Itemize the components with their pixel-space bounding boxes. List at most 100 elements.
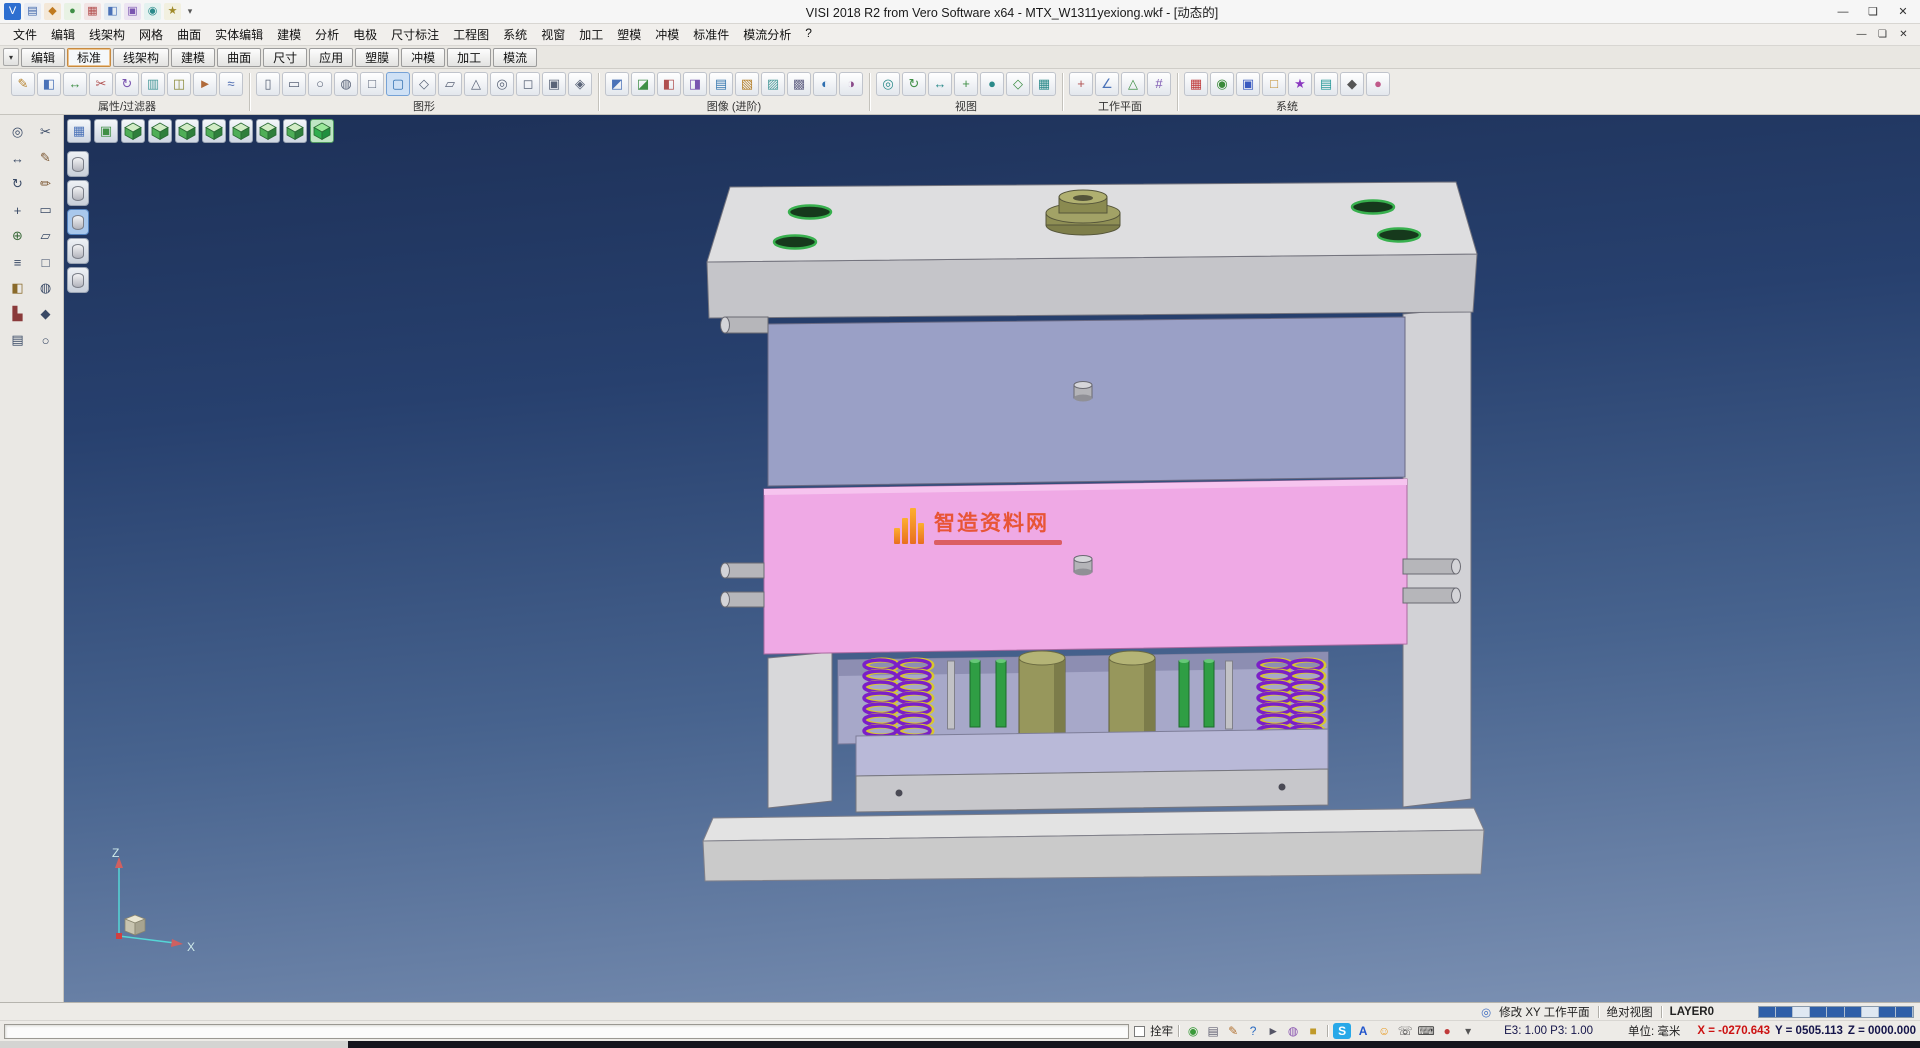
workplane-status[interactable]: 修改 XY 工作平面 <box>1499 1004 1590 1020</box>
toolbar-icon-6-2[interactable]: ◉ <box>1210 72 1234 96</box>
sidebar-tool-6[interactable]: ✏ <box>33 172 59 196</box>
toolbar-icon-6-4[interactable]: □ <box>1262 72 1286 96</box>
close-button[interactable]: ✕ <box>1888 2 1918 22</box>
toolbar-icon-3-4[interactable]: ◨ <box>683 72 707 96</box>
sidebar-tool-2[interactable]: ✂ <box>33 120 59 144</box>
sidebar-tool-3[interactable]: ↔ <box>5 146 31 170</box>
toolbar-icon-3-10[interactable]: ◑ <box>839 72 863 96</box>
toolbar-icon-1-7[interactable]: ◫ <box>167 72 191 96</box>
viewport-3d[interactable]: ▦▣ <box>64 115 1920 1002</box>
active-layer-status[interactable]: LAYER0 <box>1670 1006 1714 1018</box>
sidebar-tool-11[interactable]: ≡ <box>5 250 31 274</box>
menu-item-文件[interactable]: 文件 <box>6 24 44 45</box>
toolbar-icon-1-8[interactable]: ► <box>193 72 217 96</box>
menu-item-加工[interactable]: 加工 <box>572 24 610 45</box>
qat-icon-3[interactable]: ● <box>64 3 81 20</box>
annotate-icon[interactable]: ✎ <box>1224 1023 1242 1039</box>
sidebar-tool-10[interactable]: ▱ <box>33 224 59 248</box>
mold-3d-model[interactable] <box>699 171 1489 891</box>
view-cube-preset-7[interactable] <box>283 119 307 143</box>
toolbar-icon-2-5[interactable]: □ <box>360 72 384 96</box>
mdi-minimize-button[interactable]: — <box>1851 29 1872 40</box>
record-icon[interactable]: ● <box>1438 1023 1456 1039</box>
toolbar-icon-4-5[interactable]: ● <box>980 72 1004 96</box>
toolbar-icon-2-10[interactable]: ◎ <box>490 72 514 96</box>
print-icon[interactable]: ▤ <box>1204 1023 1222 1039</box>
lock-checkbox[interactable] <box>1134 1026 1145 1037</box>
toolbar-icon-1-3[interactable]: ↔ <box>63 72 87 96</box>
menu-item-网格[interactable]: 网格 <box>132 24 170 45</box>
workplane-icon[interactable]: ◎ <box>1481 1005 1491 1019</box>
help-icon[interactable]: ? <box>1244 1023 1262 1039</box>
toolbar-icon-1-1[interactable]: ✎ <box>11 72 35 96</box>
tab-编辑[interactable]: 编辑 <box>21 48 65 67</box>
toolbar-icon-2-3[interactable]: ○ <box>308 72 332 96</box>
menu-item-实体编辑[interactable]: 实体编辑 <box>208 24 270 45</box>
toolbar-icon-4-6[interactable]: ◇ <box>1006 72 1030 96</box>
toolbar-icon-2-13[interactable]: ◈ <box>568 72 592 96</box>
skype-icon[interactable]: S <box>1333 1023 1351 1039</box>
toolbar-icon-6-8[interactable]: ● <box>1366 72 1390 96</box>
toolbar-icon-2-9[interactable]: △ <box>464 72 488 96</box>
menu-item-视窗[interactable]: 视窗 <box>534 24 572 45</box>
sidebar-tool-4[interactable]: ✎ <box>33 146 59 170</box>
toolbar-icon-4-4[interactable]: + <box>954 72 978 96</box>
sidebar-tool-1[interactable]: ◎ <box>5 120 31 144</box>
toolbar-icon-6-1[interactable]: ▦ <box>1184 72 1208 96</box>
view-mode-status[interactable]: 绝对视图 <box>1607 1004 1653 1020</box>
app-icon[interactable]: V <box>4 3 21 20</box>
maximize-button[interactable]: ❏ <box>1858 2 1888 22</box>
sidebar-tool-7[interactable]: + <box>5 198 31 222</box>
tab-冲模[interactable]: 冲模 <box>401 48 445 67</box>
toolbar-icon-6-6[interactable]: ▤ <box>1314 72 1338 96</box>
toolbar-icon-4-2[interactable]: ↻ <box>902 72 926 96</box>
view-cube-preset-1[interactable] <box>121 119 145 143</box>
toolbar-icon-5-2[interactable]: ∠ <box>1095 72 1119 96</box>
menu-item-分析[interactable]: 分析 <box>308 24 346 45</box>
menu-item-标准件[interactable]: 标准件 <box>686 24 736 45</box>
menu-item-建模[interactable]: 建模 <box>270 24 308 45</box>
tabbar-dropdown-icon[interactable]: ▾ <box>3 48 19 66</box>
menu-item-冲模[interactable]: 冲模 <box>648 24 686 45</box>
menu-item-编辑[interactable]: 编辑 <box>44 24 82 45</box>
toolbar-icon-3-3[interactable]: ◧ <box>657 72 681 96</box>
toolbar-icon-2-12[interactable]: ▣ <box>542 72 566 96</box>
toolbar-icon-1-9[interactable]: ≈ <box>219 72 243 96</box>
sidebar-tool-12[interactable]: □ <box>33 250 59 274</box>
toolbar-icon-2-11[interactable]: ◻ <box>516 72 540 96</box>
minimize-button[interactable]: — <box>1828 2 1858 22</box>
qat-icon-4[interactable]: ▦ <box>84 3 101 20</box>
toolbar-icon-1-4[interactable]: ✂ <box>89 72 113 96</box>
tab-标准[interactable]: 标准 <box>67 48 111 67</box>
emoji-icon[interactable]: ☺ <box>1375 1023 1393 1039</box>
filter-strip-button-5[interactable] <box>67 267 89 293</box>
view-cube-preset-5[interactable] <box>229 119 253 143</box>
units-label[interactable]: 单位: 毫米 <box>1628 1023 1680 1039</box>
tab-应用[interactable]: 应用 <box>309 48 353 67</box>
tab-曲面[interactable]: 曲面 <box>217 48 261 67</box>
toolbar-icon-5-3[interactable]: △ <box>1121 72 1145 96</box>
tab-建模[interactable]: 建模 <box>171 48 215 67</box>
view-cube-preset-4[interactable] <box>202 119 226 143</box>
tab-加工[interactable]: 加工 <box>447 48 491 67</box>
view-manager-icon[interactable]: ▣ <box>94 119 118 143</box>
tab-尺寸[interactable]: 尺寸 <box>263 48 307 67</box>
view-cube-preset-3[interactable] <box>175 119 199 143</box>
menu-item-线架构[interactable]: 线架构 <box>82 24 132 45</box>
ime-a-icon[interactable]: A <box>1354 1023 1372 1039</box>
view-cube-preset-2[interactable] <box>148 119 172 143</box>
sidebar-tool-14[interactable]: ◍ <box>33 276 59 300</box>
sidebar-tool-13[interactable]: ◧ <box>5 276 31 300</box>
sidebar-tool-15[interactable]: ▙ <box>5 302 31 326</box>
toolbar-icon-3-8[interactable]: ▩ <box>787 72 811 96</box>
menu-item-电极[interactable]: 电极 <box>346 24 384 45</box>
toolbar-icon-2-6[interactable]: ▢ <box>386 72 410 96</box>
toolbar-icon-5-4[interactable]: # <box>1147 72 1171 96</box>
toolbar-icon-2-7[interactable]: ◇ <box>412 72 436 96</box>
menu-item-塑模[interactable]: 塑模 <box>610 24 648 45</box>
toolbar-icon-4-7[interactable]: ▦ <box>1032 72 1056 96</box>
toolbar-icon-3-2[interactable]: ◪ <box>631 72 655 96</box>
capture-icon[interactable]: ◉ <box>1184 1023 1202 1039</box>
toolbar-icon-5-1[interactable]: + <box>1069 72 1093 96</box>
view-cube-preset-6[interactable] <box>256 119 280 143</box>
